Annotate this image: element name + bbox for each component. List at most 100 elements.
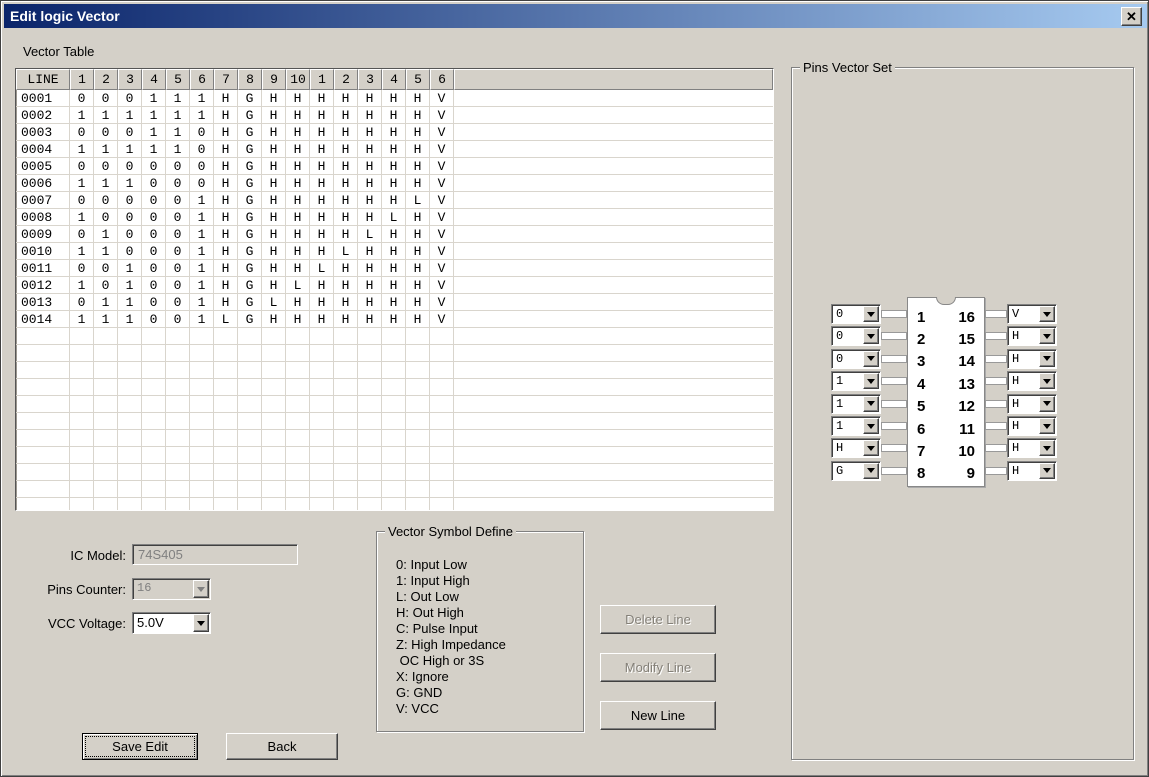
vector-cell xyxy=(430,481,454,498)
vector-cell: 0 xyxy=(166,260,190,277)
column-header[interactable]: 4 xyxy=(142,69,166,90)
pin-12-select[interactable]: H xyxy=(1007,394,1057,414)
chevron-down-icon[interactable] xyxy=(193,614,209,632)
column-header[interactable]: 2 xyxy=(334,69,358,90)
close-button[interactable]: ✕ xyxy=(1121,7,1142,26)
chevron-down-icon[interactable] xyxy=(863,396,879,412)
column-header[interactable]: 7 xyxy=(214,69,238,90)
chevron-down-icon[interactable] xyxy=(1039,306,1055,322)
table-row[interactable]: 0010110001HGHHHLHHHV xyxy=(16,243,773,260)
pin-4-select[interactable]: 1 xyxy=(831,371,881,391)
chevron-down-icon[interactable] xyxy=(1039,328,1055,344)
column-header[interactable]: 9 xyxy=(262,69,286,90)
table-row[interactable]: 0011001001HGHHLHHHHV xyxy=(16,260,773,277)
table-row[interactable]: 0008100001HGHHHHHLHV xyxy=(16,209,773,226)
vector-cell: H xyxy=(382,107,406,124)
vector-cell: 0 xyxy=(70,124,94,141)
vcc-voltage-select[interactable]: 5.0V xyxy=(132,612,211,634)
pin-16-select[interactable]: V xyxy=(1007,304,1057,324)
chevron-down-icon[interactable] xyxy=(863,418,879,434)
chevron-down-icon[interactable] xyxy=(1039,351,1055,367)
chevron-down-icon[interactable] xyxy=(1039,463,1055,479)
column-header[interactable]: LINE xyxy=(16,69,70,90)
row-filler xyxy=(454,260,773,277)
vector-cell: H xyxy=(286,192,310,209)
back-button[interactable]: Back xyxy=(226,733,338,760)
vector-cell xyxy=(310,464,334,481)
column-header[interactable]: 3 xyxy=(118,69,142,90)
chevron-down-icon[interactable] xyxy=(863,373,879,389)
vector-cell: H xyxy=(382,260,406,277)
vector-cell: H xyxy=(358,209,382,226)
table-row[interactable]: 0003000110HGHHHHHHHV xyxy=(16,124,773,141)
chip-pin-number: 16 xyxy=(958,309,975,326)
table-row[interactable]: 0006111000HGHHHHHHHV xyxy=(16,175,773,192)
pin-9-select[interactable]: H xyxy=(1007,461,1057,481)
pin-15-select[interactable]: H xyxy=(1007,326,1057,346)
pin-5-select[interactable]: 1 xyxy=(831,394,881,414)
chevron-down-icon[interactable] xyxy=(1039,396,1055,412)
chevron-down-icon[interactable] xyxy=(863,440,879,456)
column-header[interactable]: 3 xyxy=(358,69,382,90)
pin-10-select[interactable]: H xyxy=(1007,438,1057,458)
pin-1-select[interactable]: 0 xyxy=(831,304,881,324)
column-header[interactable]: 4 xyxy=(382,69,406,90)
table-row[interactable]: 0013011001HGLHHHHHHV xyxy=(16,294,773,311)
column-header[interactable]: 5 xyxy=(406,69,430,90)
pin-lead-icon xyxy=(985,444,1007,452)
symbol-legend-line: V: VCC xyxy=(396,701,506,717)
pin-6-row: 1 xyxy=(831,416,907,436)
vector-cell xyxy=(430,345,454,362)
pin-6-select[interactable]: 1 xyxy=(831,416,881,436)
column-header[interactable]: 1 xyxy=(310,69,334,90)
column-header[interactable]: 6 xyxy=(190,69,214,90)
column-header[interactable]: 1 xyxy=(70,69,94,90)
vector-cell xyxy=(262,464,286,481)
table-row[interactable]: 0009010001HGHHHHLHHV xyxy=(16,226,773,243)
chevron-down-icon[interactable] xyxy=(863,328,879,344)
vector-cell: 1 xyxy=(190,107,214,124)
table-row[interactable]: 0012101001HGHLHHHHHV xyxy=(16,277,773,294)
chevron-down-icon[interactable] xyxy=(1039,373,1055,389)
new-line-button[interactable]: New Line xyxy=(600,701,716,730)
table-row[interactable]: 0002111111HGHHHHHHHV xyxy=(16,107,773,124)
vector-cell: H xyxy=(214,260,238,277)
vector-cell xyxy=(310,328,334,345)
chevron-down-icon[interactable] xyxy=(863,351,879,367)
chevron-down-icon[interactable] xyxy=(1039,440,1055,456)
column-header[interactable]: 10 xyxy=(286,69,310,90)
pin-3-select[interactable]: 0 xyxy=(831,349,881,369)
vector-cell: H xyxy=(382,158,406,175)
vector-cell: H xyxy=(286,260,310,277)
vector-cell: 1 xyxy=(70,209,94,226)
vector-cell: H xyxy=(358,90,382,107)
vector-cell xyxy=(70,413,94,430)
chevron-down-icon[interactable] xyxy=(1039,418,1055,434)
vector-cell xyxy=(238,328,262,345)
chevron-down-icon[interactable] xyxy=(863,306,879,322)
vector-cell xyxy=(286,430,310,447)
table-row[interactable]: 0005000000HGHHHHHHHV xyxy=(16,158,773,175)
row-filler xyxy=(454,379,773,396)
title-bar[interactable]: Edit logic Vector ✕ xyxy=(4,4,1147,28)
column-header[interactable]: 5 xyxy=(166,69,190,90)
pin-2-select[interactable]: 0 xyxy=(831,326,881,346)
line-number-cell: 0010 xyxy=(16,243,70,260)
vector-cell xyxy=(94,481,118,498)
column-header[interactable]: 8 xyxy=(238,69,262,90)
column-header[interactable]: 6 xyxy=(430,69,454,90)
column-header[interactable]: 2 xyxy=(94,69,118,90)
pin-11-select[interactable]: H xyxy=(1007,416,1057,436)
pin-8-select[interactable]: G xyxy=(831,461,881,481)
table-row[interactable]: 0004111110HGHHHHHHHV xyxy=(16,141,773,158)
chevron-down-icon[interactable] xyxy=(863,463,879,479)
pin-14-select[interactable]: H xyxy=(1007,349,1057,369)
row-filler xyxy=(454,345,773,362)
table-row[interactable]: 0001000111HGHHHHHHHV xyxy=(16,90,773,107)
vector-table-grid[interactable]: LINE12345678910123456 0001000111HGHHHHHH… xyxy=(15,68,774,511)
pin-13-select[interactable]: H xyxy=(1007,371,1057,391)
save-edit-button[interactable]: Save Edit xyxy=(82,733,198,760)
pin-7-select[interactable]: H xyxy=(831,438,881,458)
table-row[interactable]: 0007000001HGHHHHHHLV xyxy=(16,192,773,209)
table-row[interactable]: 0014111001LGHHHHHHHV xyxy=(16,311,773,328)
